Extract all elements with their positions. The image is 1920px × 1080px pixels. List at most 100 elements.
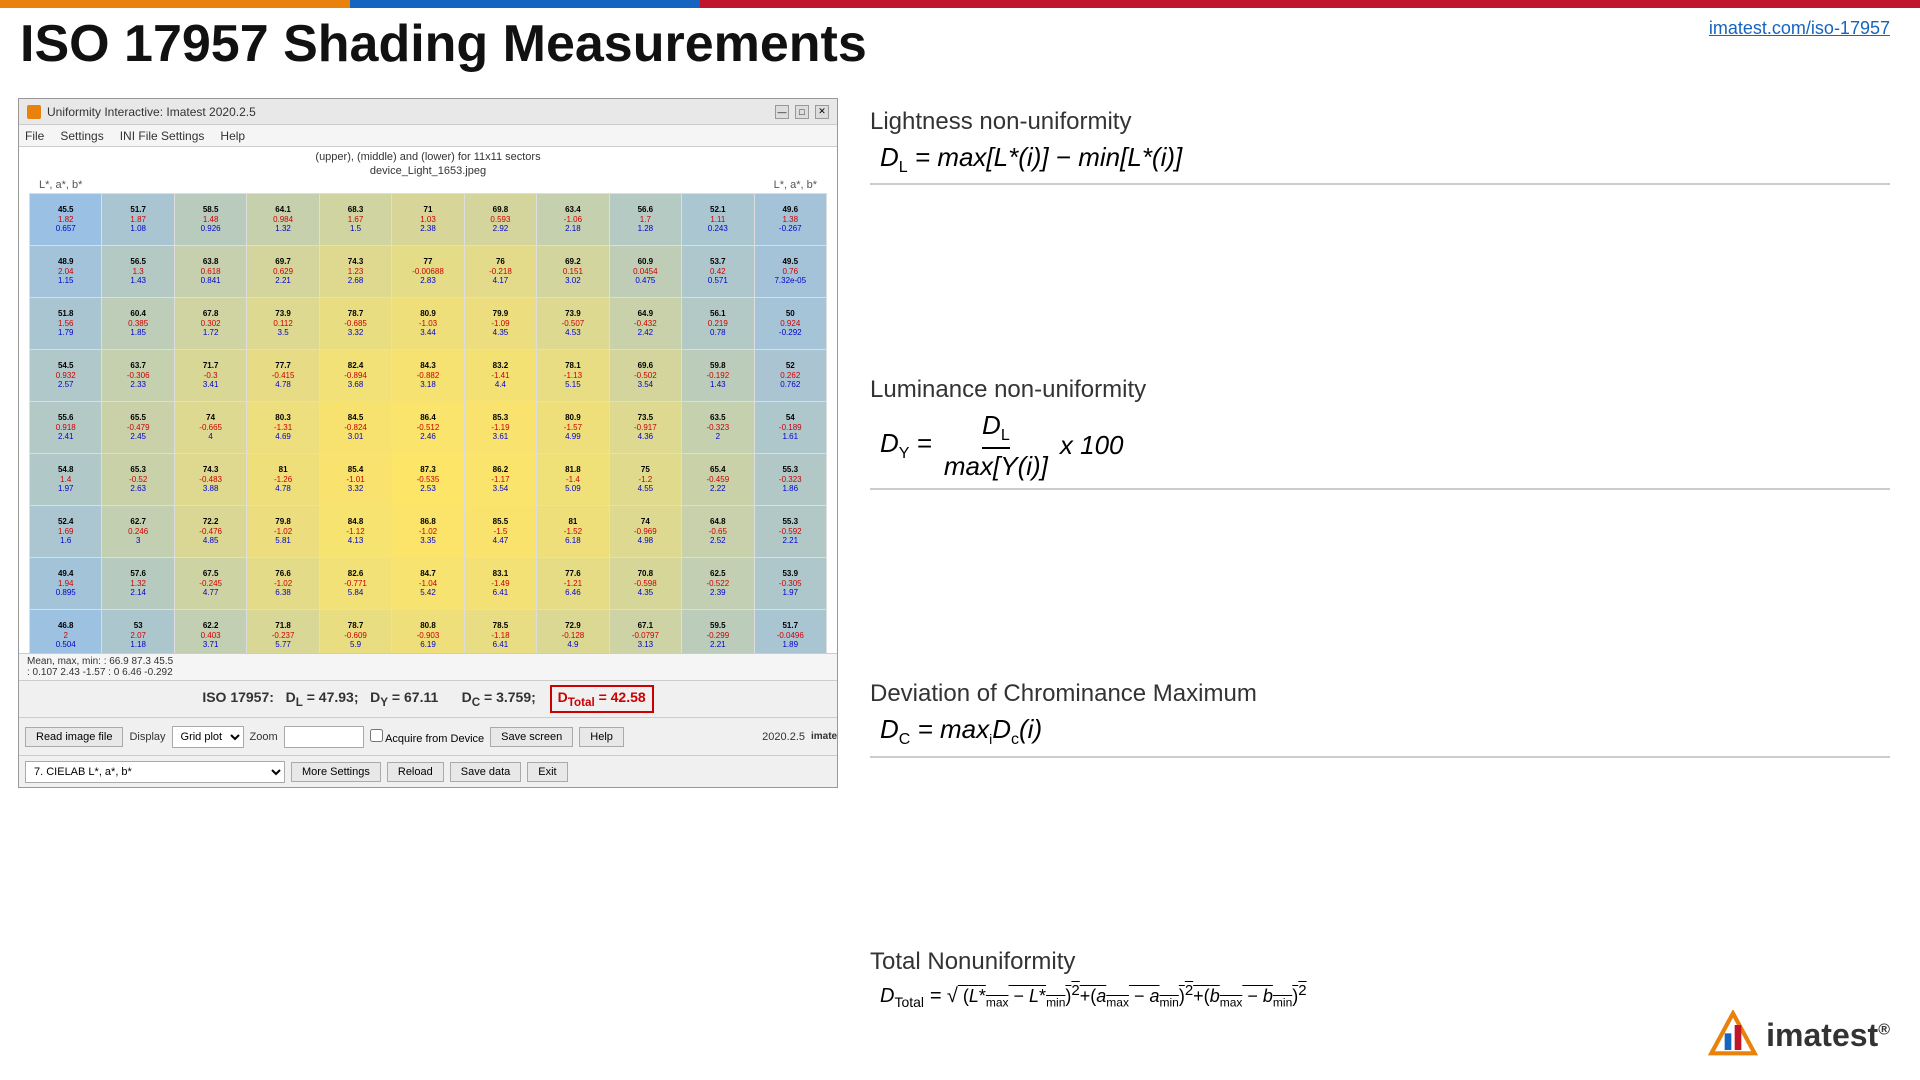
window-title: Uniformity Interactive: Imatest 2020.2.5 <box>47 105 256 119</box>
window-menubar: File Settings INI File Settings Help <box>19 125 837 147</box>
grid-cell: 76-0.2184.17 <box>464 246 536 298</box>
grid-cell: 65.5-0.4792.45 <box>102 402 174 454</box>
grid-cell: 81-1.264.78 <box>247 454 319 506</box>
menu-settings[interactable]: Settings <box>60 129 103 143</box>
window-titlebar: Uniformity Interactive: Imatest 2020.2.5… <box>19 99 837 125</box>
grid-cell: 76.6-1.026.38 <box>247 558 319 610</box>
lightness-section: Lightness non-uniformity DL = max[L*(i)]… <box>870 108 1890 191</box>
lightness-title: Lightness non-uniformity <box>870 108 1890 136</box>
grid-cell: 48.92.041.15 <box>30 246 102 298</box>
grid-cell: 77-0.006882.83 <box>392 246 464 298</box>
maximize-button[interactable]: □ <box>795 105 809 119</box>
cielab-select[interactable]: 7. CIELAB L*, a*, b* <box>25 761 285 783</box>
grid-cell: 86.2-1.173.54 <box>464 454 536 506</box>
grid-cell: 83.2-1.414.4 <box>464 350 536 402</box>
grid-cell: 54.81.41.97 <box>30 454 102 506</box>
zoom-label: Zoom <box>250 731 278 743</box>
grid-cell: 85.5-1.54.47 <box>464 506 536 558</box>
save-data-button[interactable]: Save data <box>450 762 522 782</box>
close-button[interactable]: ✕ <box>815 105 829 119</box>
results-row: ISO 17957: DL = 47.93; DY = 67.11 DC = 3… <box>19 680 837 717</box>
app-window: Uniformity Interactive: Imatest 2020.2.5… <box>18 98 838 788</box>
grid-cell: 74-0.9694.98 <box>609 506 681 558</box>
luminance-section: Luminance non-uniformity DY = DL max[Y(i… <box>870 376 1890 496</box>
grid-cell: 45.51.820.657 <box>30 194 102 246</box>
grid-cell: 56.10.2190.78 <box>682 298 754 350</box>
top-color-bar <box>0 0 1920 8</box>
chroma-section: Deviation of Chrominance Maximum DC = ma… <box>870 680 1890 763</box>
menu-ini[interactable]: INI File Settings <box>120 129 205 143</box>
red-bar <box>700 0 1920 8</box>
grid-cell: 52.41.691.6 <box>30 506 102 558</box>
grid-cell: 54-0.1891.61 <box>754 402 826 454</box>
grid-cell: 73.90.1123.5 <box>247 298 319 350</box>
grid-cell: 62.5-0.5222.39 <box>682 558 754 610</box>
grid-cell: 532.071.18 <box>102 610 174 654</box>
dtotal-box: DTotal = 42.58 <box>550 685 654 713</box>
exit-button[interactable]: Exit <box>527 762 567 782</box>
more-settings-button[interactable]: More Settings <box>291 762 381 782</box>
grid-cell: 80.8-0.9036.19 <box>392 610 464 654</box>
grid-cell: 59.5-0.2992.21 <box>682 610 754 654</box>
grid-cell: 86.4-0.5122.46 <box>392 402 464 454</box>
grid-cell: 78.5-1.186.41 <box>464 610 536 654</box>
table-row: 51.81.561.7960.40.3851.8567.80.3021.7273… <box>30 298 827 350</box>
grid-cell: 56.51.31.43 <box>102 246 174 298</box>
plot-labels-row: L*, a*, b* L*, a*, b* <box>29 179 827 191</box>
acquire-label: Acquire from Device <box>370 729 485 745</box>
status-area: Mean, max, min: : 66.9 87.3 45.5 : 0.107… <box>19 653 837 680</box>
grid-cell: 62.70.2463 <box>102 506 174 558</box>
grid-cell: 63.4-1.062.18 <box>537 194 609 246</box>
menu-file[interactable]: File <box>25 129 44 143</box>
grid-table: 45.51.820.65751.71.871.0858.51.480.92664… <box>29 193 827 653</box>
minimize-button[interactable]: — <box>775 105 789 119</box>
display-select[interactable]: Grid plot <box>172 726 244 748</box>
label-right: L*, a*, b* <box>774 179 817 191</box>
grid-cell: 72.9-0.1284.9 <box>537 610 609 654</box>
grid-cell: 711.032.38 <box>392 194 464 246</box>
grid-cell: 53.9-0.3051.97 <box>754 558 826 610</box>
grid-cell: 87.3-0.5352.53 <box>392 454 464 506</box>
grid-cell: 75-1.24.55 <box>609 454 681 506</box>
grid-cell: 85.3-1.193.61 <box>464 402 536 454</box>
window-controls[interactable]: — □ ✕ <box>775 105 829 119</box>
grid-cell: 55.3-0.3231.86 <box>754 454 826 506</box>
imatest-toolbar-icon: imatest <box>811 727 831 747</box>
plot-area: (upper), (middle) and (lower) for 11x11 … <box>19 147 837 653</box>
grid-cell: 71.8-0.2375.77 <box>247 610 319 654</box>
grid-cell: 60.90.04540.475 <box>609 246 681 298</box>
reload-button[interactable]: Reload <box>387 762 444 782</box>
grid-cell: 69.70.6292.21 <box>247 246 319 298</box>
grid-cell: 500.924-0.292 <box>754 298 826 350</box>
grid-cell: 73.5-0.9174.36 <box>609 402 681 454</box>
table-row: 55.60.9182.4165.5-0.4792.4574-0.665480.3… <box>30 402 827 454</box>
grid-cell: 64.9-0.4322.42 <box>609 298 681 350</box>
grid-cell: 51.7-0.04961.89 <box>754 610 826 654</box>
status-text-1: Mean, max, min: : 66.9 87.3 45.5 <box>27 656 829 667</box>
label-left: L*, a*, b* <box>39 179 82 191</box>
display-label: Display <box>129 731 165 743</box>
grid-cell: 56.61.71.28 <box>609 194 681 246</box>
top-link[interactable]: imatest.com/iso-17957 <box>1709 18 1890 39</box>
grid-cell: 64.10.9841.32 <box>247 194 319 246</box>
grid-cell: 57.61.322.14 <box>102 558 174 610</box>
grid-cell: 82.4-0.8943.68 <box>319 350 391 402</box>
imatest-logo: imatest® <box>1708 1010 1890 1060</box>
menu-help[interactable]: Help <box>220 129 245 143</box>
grid-cell: 72.2-0.4764.85 <box>174 506 246 558</box>
read-image-button[interactable]: Read image file <box>25 727 123 747</box>
grid-cell: 81.8-1.45.09 <box>537 454 609 506</box>
chroma-title: Deviation of Chrominance Maximum <box>870 680 1890 708</box>
grid-cell: 80.9-1.033.44 <box>392 298 464 350</box>
help-button[interactable]: Help <box>579 727 624 747</box>
grid-cell: 85.4-1.013.32 <box>319 454 391 506</box>
luminance-formula: DY = DL max[Y(i)] x 100 <box>880 410 1890 482</box>
grid-cell: 81-1.526.18 <box>537 506 609 558</box>
results-iso-label: ISO 17957: DL = 47.93; DY = 67.11 DC = 3… <box>202 689 543 709</box>
table-row: 48.92.041.1556.51.31.4363.80.6180.84169.… <box>30 246 827 298</box>
grid-cell: 78.7-0.6853.32 <box>319 298 391 350</box>
acquire-checkbox[interactable] <box>370 729 383 742</box>
save-screen-button[interactable]: Save screen <box>490 727 573 747</box>
grid-cell: 74.3-0.4833.88 <box>174 454 246 506</box>
zoom-input[interactable] <box>284 726 364 748</box>
